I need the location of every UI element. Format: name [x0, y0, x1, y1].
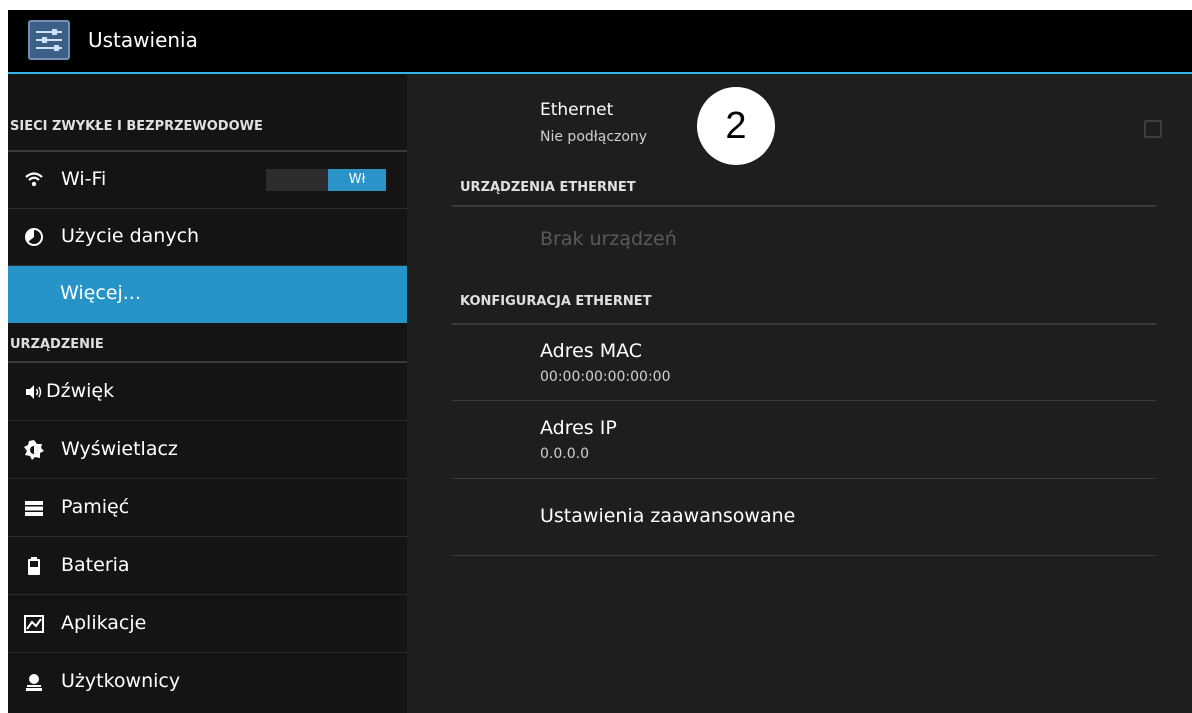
devices-section-header: URZĄDZENIA ETHERNET	[452, 168, 1156, 207]
sidebar-item-data-usage[interactable]: Użycie danych	[8, 209, 407, 266]
sidebar-item-battery[interactable]: Bateria	[8, 538, 407, 595]
ethernet-title: Ethernet	[540, 100, 614, 120]
settings-sidebar: SIECI ZWYKŁE I BEZPRZEWODOWE Wi-Fi Wł Uż…	[8, 74, 407, 713]
sidebar-item-sound[interactable]: Dźwięk	[8, 364, 407, 421]
sidebar-item-wifi[interactable]: Wi-Fi Wł	[8, 152, 407, 209]
sidebar-item-label: Dźwięk	[46, 380, 115, 402]
main-panel: Ethernet Nie podłączony URZĄDZENIA ETHER…	[407, 74, 1192, 713]
ethernet-row[interactable]: Ethernet Nie podłączony	[452, 74, 1162, 164]
wifi-icon	[24, 170, 44, 190]
step-number-badge: 2	[697, 87, 775, 165]
sidebar-item-label: Bateria	[61, 554, 130, 576]
sidebar-item-more[interactable]: Więcej...	[8, 266, 407, 323]
mac-address-value: 00:00:00:00:00:00	[540, 369, 671, 385]
mac-address-row[interactable]: Adres MAC 00:00:00:00:00:00	[452, 326, 1156, 400]
divider	[452, 555, 1156, 556]
sidebar-item-label: Wyświetlacz	[61, 438, 178, 460]
ip-address-label: Adres IP	[540, 417, 617, 439]
sidebar-item-display[interactable]: Wyświetlacz	[8, 422, 407, 479]
speaker-icon	[24, 382, 44, 402]
action-bar: Ustawienia	[8, 10, 1192, 74]
sidebar-item-label: Aplikacje	[61, 612, 147, 634]
apps-icon	[24, 614, 44, 634]
ip-address-row[interactable]: Adres IP 0.0.0.0	[452, 401, 1156, 477]
sidebar-item-label: Pamięć	[61, 496, 130, 518]
sidebar-item-users[interactable]: Użytkownicy	[8, 654, 407, 711]
wifi-toggle-on-label: Wł	[328, 169, 386, 191]
ethernet-checkbox[interactable]	[1144, 120, 1162, 138]
ethernet-status: Nie podłączony	[540, 129, 648, 145]
battery-icon	[24, 556, 44, 576]
advanced-settings-label: Ustawienia zaawansowane	[540, 505, 796, 527]
sidebar-item-label: Więcej...	[60, 282, 141, 304]
app-title: Ustawienia	[88, 28, 198, 52]
advanced-settings-row[interactable]: Ustawienia zaawansowane	[452, 479, 1156, 555]
data-usage-icon	[24, 227, 44, 247]
users-icon	[24, 672, 44, 692]
storage-icon	[24, 498, 44, 518]
settings-screen: Ustawienia SIECI ZWYKŁE I BEZPRZEWODOWE …	[8, 10, 1192, 713]
section-header-device: URZĄDZENIE	[8, 325, 407, 363]
brightness-icon	[24, 440, 44, 460]
sidebar-item-label: Użycie danych	[61, 225, 200, 247]
sidebar-item-label: Wi-Fi	[61, 168, 107, 190]
ip-address-value: 0.0.0.0	[540, 446, 589, 462]
no-devices-label: Brak urządzeń	[540, 228, 677, 250]
sidebar-item-label: Użytkownicy	[61, 670, 181, 692]
sidebar-item-apps[interactable]: Aplikacje	[8, 596, 407, 653]
section-header-networks: SIECI ZWYKŁE I BEZPRZEWODOWE	[8, 119, 407, 152]
sidebar-item-storage[interactable]: Pamięć	[8, 480, 407, 537]
config-section-header: KONFIGURACJA ETHERNET	[452, 277, 1156, 325]
wifi-toggle[interactable]: Wł	[266, 169, 386, 191]
mac-address-label: Adres MAC	[540, 340, 643, 362]
settings-sliders-icon[interactable]	[28, 20, 70, 60]
